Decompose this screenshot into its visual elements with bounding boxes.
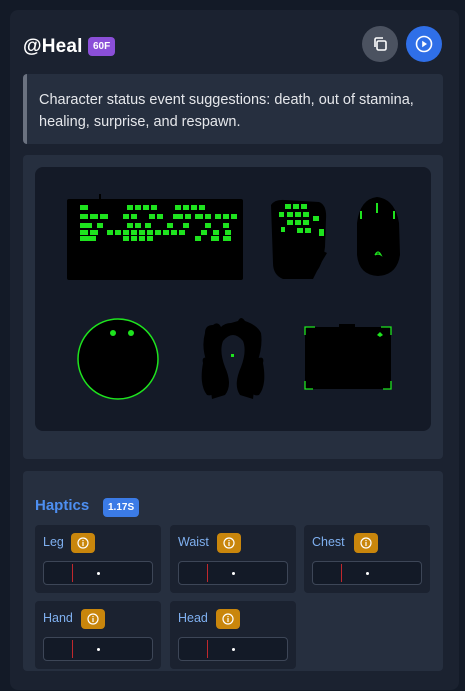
effect-card: @Heal 60F Character status event suggest… [10,10,459,690]
info-button[interactable] [354,533,378,553]
zone-label: Waist [178,535,209,549]
intensity-slider[interactable] [178,637,288,661]
copy-icon [374,37,387,51]
slider-marker [341,564,342,582]
slider-marker [72,564,73,582]
haptic-zone-waist: Waist [170,525,296,593]
round-mousepad-icon [77,318,159,400]
haptic-zone-head: Head [170,601,296,669]
play-icon [415,35,433,53]
info-icon [360,537,372,549]
effect-description: Character status event suggestions: deat… [23,74,443,144]
intensity-slider[interactable] [43,561,153,585]
keypad-icon [271,199,327,279]
info-button[interactable] [216,609,240,629]
zone-label: Head [178,611,208,625]
square-mousepad-icon [304,324,392,390]
zone-label: Hand [43,611,73,625]
slider-marker [207,564,208,582]
effect-title: @Heal [23,36,83,57]
intensity-slider[interactable] [43,637,153,661]
keyboard-icon [67,194,243,280]
slider-marker [72,640,73,658]
haptics-title: Haptics [35,497,90,514]
info-icon [87,613,99,625]
intensity-slider[interactable] [312,561,422,585]
intensity-slider[interactable] [178,561,288,585]
slider-marker [207,640,208,658]
info-icon [222,613,234,625]
haptic-zone-leg: Leg [35,525,161,593]
frame-count-badge: 60F [88,37,116,56]
info-button[interactable] [81,609,105,629]
copy-button[interactable] [362,26,398,62]
play-button[interactable] [406,26,442,62]
duration-badge: 1.17S [103,498,140,517]
slider-handle[interactable] [97,572,100,575]
haptic-zone-hand: Hand [35,601,161,669]
device-preview-panel [23,155,443,459]
headset-icon [201,318,265,399]
zone-label: Leg [43,535,64,549]
haptics-panel: Haptics 1.17S Leg Waist Chest Hand Head [23,471,443,671]
slider-handle[interactable] [232,648,235,651]
zone-label: Chest [312,535,345,549]
device-illustrations [67,194,400,400]
mouse-icon [357,197,400,276]
info-button[interactable] [71,533,95,553]
slider-handle[interactable] [232,572,235,575]
slider-handle[interactable] [97,648,100,651]
info-icon [223,537,235,549]
info-button[interactable] [217,533,241,553]
device-preview [35,167,431,431]
info-icon [77,537,89,549]
slider-handle[interactable] [366,572,369,575]
haptic-zone-chest: Chest [304,525,430,593]
